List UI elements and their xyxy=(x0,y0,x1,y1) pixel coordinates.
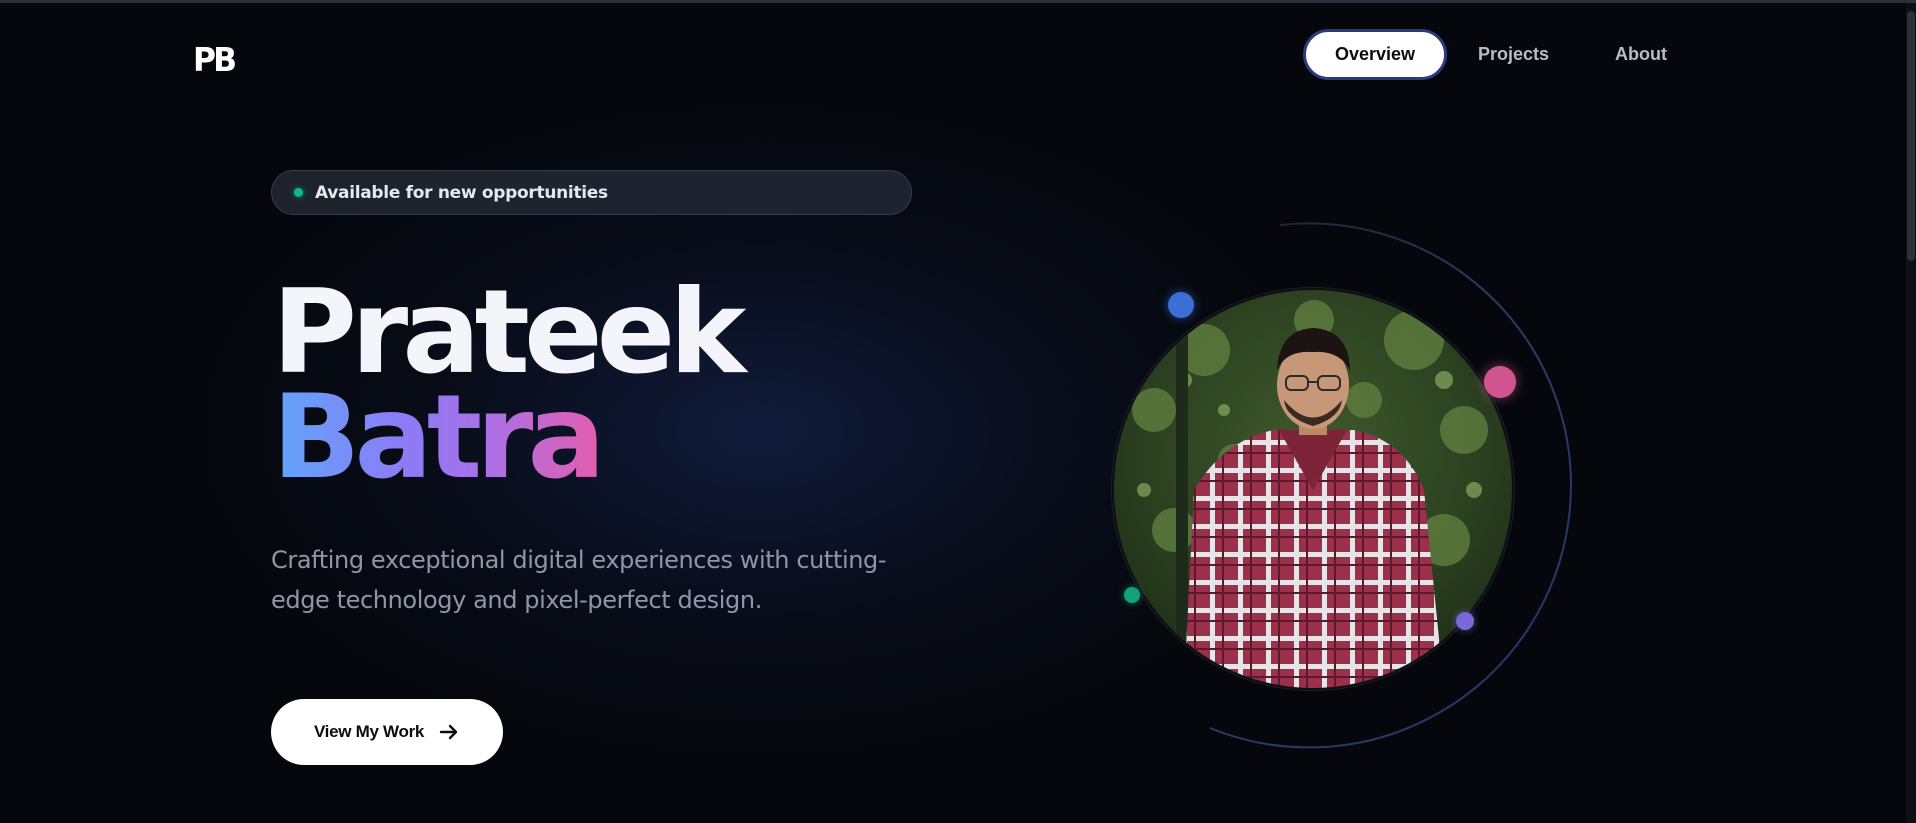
nav-overview[interactable]: Overview xyxy=(1303,29,1447,80)
landing-page: PB Overview Projects About Available for… xyxy=(0,0,1916,823)
view-my-work-label: View My Work xyxy=(313,722,425,741)
nav-projects[interactable]: Projects xyxy=(1478,44,1549,65)
profile-photo xyxy=(1112,288,1514,690)
main-nav: Overview Projects About xyxy=(1303,29,1667,80)
green-accent-dot xyxy=(1124,587,1140,603)
purple-accent-dot xyxy=(1456,612,1474,630)
site-logo[interactable]: PB xyxy=(193,40,237,79)
pink-accent-dot xyxy=(1484,366,1516,398)
hero-tagline: Crafting exceptional digital experiences… xyxy=(271,546,887,614)
availability-badge: Available for new opportunities xyxy=(271,170,912,215)
portrait-section xyxy=(1080,210,1600,770)
arrow-right-icon xyxy=(438,721,460,743)
hero-last-name: Batra xyxy=(272,370,606,505)
blue-accent-dot xyxy=(1168,292,1194,318)
availability-text: Available for new opportunities xyxy=(315,182,608,203)
view-my-work-button[interactable]: View My Work xyxy=(271,699,503,765)
window-top-border xyxy=(0,0,1916,3)
page-scrollbar[interactable] xyxy=(1906,3,1916,823)
status-dot-icon xyxy=(294,188,303,197)
scrollbar-thumb[interactable] xyxy=(1907,11,1915,261)
nav-about[interactable]: About xyxy=(1615,44,1667,65)
